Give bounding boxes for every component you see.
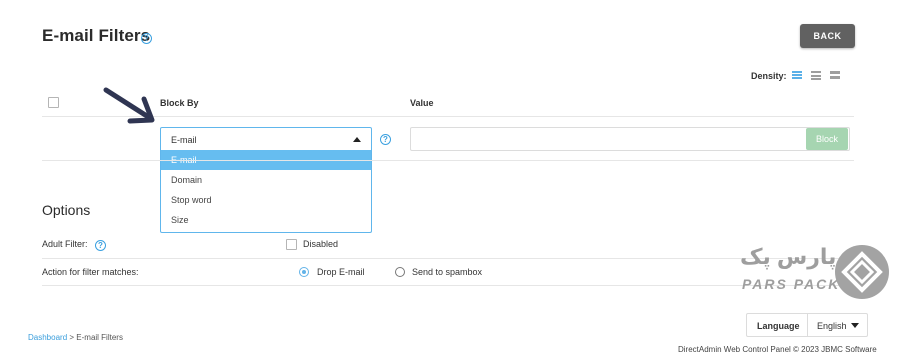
block-by-help-icon[interactable]: ? bbox=[380, 134, 391, 145]
caret-up-icon bbox=[353, 137, 361, 142]
footer-copyright: DirectAdmin Web Control Panel © 2023 JBM… bbox=[678, 345, 877, 354]
language-selector[interactable]: Language English bbox=[746, 313, 868, 337]
radio-drop-email-label[interactable]: Drop E-mail bbox=[317, 267, 365, 277]
help-icon[interactable]: ? bbox=[141, 33, 152, 44]
back-button[interactable]: BACK bbox=[800, 24, 855, 48]
block-button[interactable]: Block bbox=[806, 128, 848, 150]
options-title: Options bbox=[42, 202, 91, 218]
chevron-down-icon bbox=[851, 323, 859, 328]
breadcrumb: Dashboard > E-mail Filters bbox=[28, 333, 123, 342]
adult-filter-label: Adult Filter: bbox=[42, 239, 88, 249]
block-by-selected-value: E-mail bbox=[171, 135, 197, 145]
select-all-checkbox[interactable] bbox=[48, 97, 59, 108]
divider bbox=[42, 285, 854, 286]
adult-filter-checkbox-label[interactable]: Disabled bbox=[303, 239, 338, 249]
pointer-arrow-icon bbox=[103, 87, 155, 124]
page-title-text: E-mail Filters bbox=[42, 26, 151, 45]
density-compact-icon[interactable] bbox=[792, 71, 802, 80]
page-title: E-mail Filters ? bbox=[42, 26, 152, 46]
block-by-dropdown: E-mail Domain Stop word Size bbox=[160, 150, 372, 233]
filter-action-label: Action for filter matches: bbox=[42, 267, 139, 277]
breadcrumb-separator: > bbox=[69, 333, 75, 342]
divider bbox=[42, 160, 854, 161]
density-comfortable-icon[interactable] bbox=[830, 71, 840, 80]
language-separator bbox=[807, 314, 808, 336]
watermark-fa-text: پارس پک bbox=[740, 244, 837, 269]
value-input[interactable] bbox=[410, 127, 850, 151]
language-value: English bbox=[817, 321, 847, 331]
density-label: Density: bbox=[751, 71, 787, 81]
dropdown-option-stop-word[interactable]: Stop word bbox=[161, 190, 371, 210]
column-header-value: Value bbox=[410, 98, 434, 108]
radio-send-to-spambox[interactable] bbox=[395, 267, 405, 277]
adult-filter-checkbox[interactable] bbox=[286, 239, 297, 250]
density-normal-icon[interactable] bbox=[811, 71, 821, 80]
breadcrumb-dashboard-link[interactable]: Dashboard bbox=[28, 333, 67, 342]
dropdown-option-domain[interactable]: Domain bbox=[161, 170, 371, 190]
radio-send-to-spambox-label[interactable]: Send to spambox bbox=[412, 267, 482, 277]
divider bbox=[42, 258, 854, 259]
adult-filter-help-icon[interactable]: ? bbox=[95, 240, 106, 251]
watermark-en-text: PARS PACK bbox=[742, 276, 841, 292]
block-by-select[interactable]: E-mail bbox=[160, 127, 372, 151]
watermark-logo: پارس پک PARS PACK bbox=[740, 244, 838, 292]
language-label: Language bbox=[757, 321, 800, 331]
watermark-diamond-icon bbox=[835, 245, 889, 299]
breadcrumb-current: E-mail Filters bbox=[76, 333, 123, 342]
radio-drop-email[interactable] bbox=[299, 267, 309, 277]
column-header-block-by: Block By bbox=[160, 98, 199, 108]
dropdown-option-size[interactable]: Size bbox=[161, 210, 371, 230]
divider bbox=[42, 116, 854, 117]
